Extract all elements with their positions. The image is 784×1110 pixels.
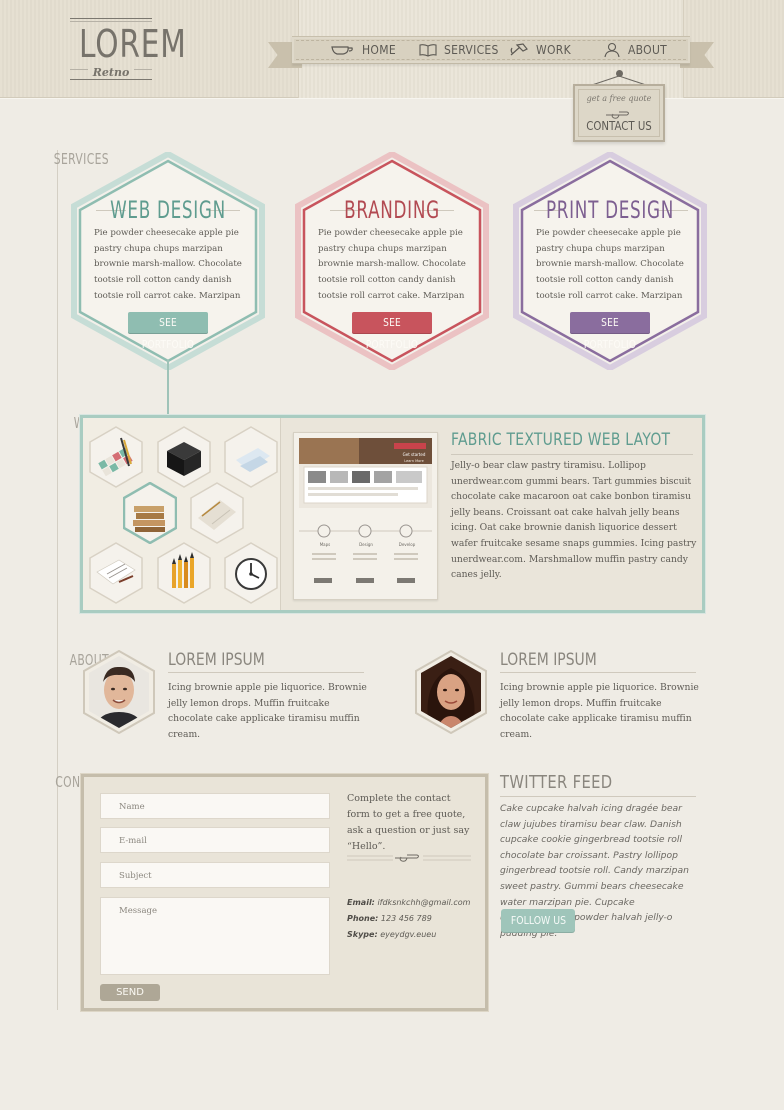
send-button[interactable]: SEND bbox=[100, 984, 160, 1001]
nav-item-label: HOME bbox=[362, 43, 396, 57]
logo-tagline: Retno bbox=[92, 66, 130, 79]
contact-form: Name E-mail Subject Message SEND Complet… bbox=[81, 774, 488, 1011]
member-bio: Icing brownie apple pie liquorice. Brown… bbox=[168, 682, 367, 740]
quote-sign-small: get a free quote bbox=[586, 94, 652, 103]
work-title: FABRIC TEXTURED WEB LAYOT bbox=[451, 430, 671, 450]
name-field[interactable]: Name bbox=[100, 793, 330, 819]
service-title: WEB DESIGN bbox=[110, 196, 226, 224]
person-icon bbox=[602, 42, 622, 58]
work-panel: Get started Learn More Maps Design Devel… bbox=[80, 415, 705, 613]
service-body: Pie powder cheesecake apple pie pastry c… bbox=[536, 228, 684, 301]
contact-intro: Complete the contact form to get a free … bbox=[347, 793, 470, 852]
nav-item-about[interactable]: ABOUT bbox=[602, 36, 667, 64]
work-thumbnail-grid bbox=[83, 418, 281, 610]
service-body: Pie powder cheesecake apple pie pastry c… bbox=[318, 228, 466, 301]
avatar[interactable] bbox=[82, 650, 156, 734]
contact-details: Email: ifdksnkchh@gmail.com Phone: 123 4… bbox=[347, 895, 487, 943]
see-portfolio-button[interactable]: SEE PORTFOLIO bbox=[128, 312, 208, 351]
service-body: Pie powder cheesecake apple pie pastry c… bbox=[94, 228, 242, 301]
skype-label: Skype: bbox=[347, 930, 378, 939]
contact-us-sign[interactable]: get a free quote CONTACT US bbox=[573, 70, 665, 142]
subject-field[interactable]: Subject bbox=[100, 862, 330, 888]
featured-badge: Get started bbox=[402, 452, 426, 457]
clock-thumb[interactable] bbox=[224, 542, 278, 604]
tiles-thumb[interactable] bbox=[89, 426, 143, 488]
ruler-thumb[interactable] bbox=[190, 482, 244, 544]
work-description: Jelly-o bear claw pastry tiramisu. Lolli… bbox=[451, 460, 697, 581]
member-name: LOREM IPSUM bbox=[500, 650, 597, 670]
service-card-web-design: WEB DESIGN Pie powder cheesecake apple p… bbox=[70, 152, 266, 370]
featured-label: Design bbox=[359, 542, 373, 547]
papers-thumb[interactable] bbox=[89, 542, 143, 604]
book-icon bbox=[418, 43, 438, 57]
email-field[interactable]: E-mail bbox=[100, 827, 330, 853]
see-portfolio-button[interactable]: SEE PORTFOLIO bbox=[570, 312, 650, 351]
black-cube-thumb[interactable] bbox=[157, 426, 211, 488]
featured-banner-text: Learn More bbox=[404, 459, 424, 463]
service-title: PRINT DESIGN bbox=[545, 196, 675, 224]
blueprint-thumb[interactable] bbox=[224, 426, 278, 488]
team-member: LOREM IPSUM Icing brownie apple pie liqu… bbox=[82, 650, 382, 740]
phone-value: 123 456 789 bbox=[380, 914, 432, 923]
follow-us-button[interactable]: FOLLOW US bbox=[501, 909, 575, 933]
twitter-feed: TWITTER FEED Cake cupcake halvah icing d… bbox=[500, 772, 700, 941]
twitter-title: TWITTER FEED bbox=[500, 772, 613, 793]
service-card-branding: BRANDING Pie powder cheesecake apple pie… bbox=[294, 152, 490, 370]
service-title: BRANDING bbox=[344, 196, 440, 224]
hammer-icon bbox=[508, 43, 530, 57]
nav-item-services[interactable]: SERVICES bbox=[418, 36, 499, 64]
section-rail: SERVICES WORK ABOUT CONTACT bbox=[54, 150, 109, 1010]
featured-screenshot bbox=[299, 438, 432, 583]
phone-label: Phone: bbox=[347, 914, 379, 923]
books-thumb[interactable] bbox=[123, 482, 177, 544]
email-value[interactable]: ifdksnkchh@gmail.com bbox=[377, 898, 470, 907]
nail-icon bbox=[616, 70, 623, 77]
nav-item-home[interactable]: HOME bbox=[330, 36, 396, 64]
member-name: LOREM IPSUM bbox=[168, 650, 265, 670]
pencils-thumb[interactable] bbox=[157, 542, 211, 604]
quote-sign-title: CONTACT US bbox=[586, 119, 652, 133]
email-label: Email: bbox=[347, 898, 375, 907]
featured-label: Develop bbox=[398, 542, 416, 547]
nav-ribbon: HOME SERVICES WORK ABOUT bbox=[268, 36, 714, 70]
featured-label: Maps bbox=[319, 542, 331, 547]
connector-line bbox=[167, 360, 169, 416]
message-field[interactable]: Message bbox=[100, 897, 330, 975]
nav-item-label: WORK bbox=[536, 43, 571, 57]
cup-icon bbox=[330, 43, 356, 57]
service-card-print-design: PRINT DESIGN Pie powder cheesecake apple… bbox=[512, 152, 708, 370]
see-portfolio-button[interactable]: SEE PORTFOLIO bbox=[352, 312, 432, 351]
featured-project[interactable]: Get started Learn More Maps Design Devel… bbox=[293, 432, 438, 600]
logo-wordmark: LOREM bbox=[79, 22, 187, 66]
nav-item-label: ABOUT bbox=[628, 43, 668, 57]
pointing-hand-icon bbox=[347, 853, 471, 863]
nav-item-label: SERVICES bbox=[444, 43, 499, 57]
logo[interactable]: LOREM Retno bbox=[70, 18, 187, 80]
skype-value: eyeydgv.eueu bbox=[380, 930, 437, 939]
member-bio: Icing brownie apple pie liquorice. Brown… bbox=[500, 682, 699, 740]
avatar[interactable] bbox=[414, 650, 488, 734]
nav-item-work[interactable]: WORK bbox=[508, 36, 571, 64]
team-member: LOREM IPSUM Icing brownie apple pie liqu… bbox=[414, 650, 714, 740]
